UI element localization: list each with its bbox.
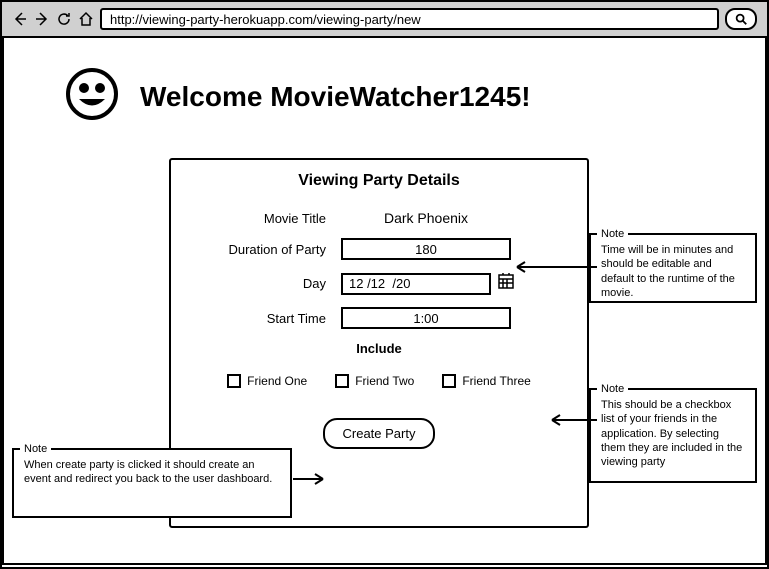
day-row: Day <box>171 272 587 295</box>
create-party-button[interactable]: Create Party <box>323 418 436 449</box>
welcome-title: Welcome MovieWatcher1245! <box>140 81 531 113</box>
arrow-icon <box>509 260 599 274</box>
browser-toolbar <box>2 2 767 38</box>
duration-input[interactable] <box>341 238 511 260</box>
forward-icon[interactable] <box>34 11 50 27</box>
refresh-icon[interactable] <box>56 11 72 27</box>
checkbox-icon <box>227 374 241 388</box>
friends-list: Friend One Friend Two Friend Three <box>171 374 587 388</box>
calendar-icon[interactable] <box>497 272 515 295</box>
start-time-row: Start Time <box>171 307 587 329</box>
movie-title-row: Movie Title Dark Phoenix <box>171 210 587 226</box>
note-text: Time will be in minutes and should be ed… <box>601 244 735 299</box>
note-create: Note When create party is clicked it sho… <box>12 448 292 518</box>
friend-label: Friend Three <box>462 374 530 388</box>
start-time-label: Start Time <box>191 311 341 326</box>
note-legend: Note <box>597 382 628 396</box>
back-icon[interactable] <box>12 11 28 27</box>
start-time-input[interactable] <box>341 307 511 329</box>
day-input[interactable] <box>341 273 491 295</box>
note-legend: Note <box>597 227 628 241</box>
movie-title-value: Dark Phoenix <box>341 210 511 226</box>
checkbox-icon <box>335 374 349 388</box>
friend-label: Friend One <box>247 374 307 388</box>
search-button[interactable] <box>725 8 757 30</box>
movie-title-label: Movie Title <box>191 211 341 226</box>
address-bar[interactable] <box>100 8 719 30</box>
page-content: Welcome MovieWatcher1245! Viewing Party … <box>2 38 767 565</box>
arrow-icon <box>291 472 331 486</box>
day-label: Day <box>191 276 341 291</box>
arrow-icon <box>544 413 599 427</box>
note-text: When create party is clicked it should c… <box>24 459 272 485</box>
note-legend: Note <box>20 442 51 456</box>
friend-label: Friend Two <box>355 374 414 388</box>
include-label: Include <box>171 341 587 356</box>
duration-row: Duration of Party <box>171 238 587 260</box>
home-icon[interactable] <box>78 11 94 27</box>
smiley-icon <box>64 66 120 127</box>
friend-checkbox[interactable]: Friend One <box>227 374 307 388</box>
note-duration: Note Time will be in minutes and should … <box>589 233 757 303</box>
friend-checkbox[interactable]: Friend Three <box>442 374 530 388</box>
duration-label: Duration of Party <box>191 242 341 257</box>
checkbox-icon <box>442 374 456 388</box>
note-text: This should be a checkbox list of your f… <box>601 399 742 468</box>
welcome-header: Welcome MovieWatcher1245! <box>4 38 765 127</box>
note-friends: Note This should be a checkbox list of y… <box>589 388 757 483</box>
friend-checkbox[interactable]: Friend Two <box>335 374 414 388</box>
panel-title: Viewing Party Details <box>171 160 587 198</box>
